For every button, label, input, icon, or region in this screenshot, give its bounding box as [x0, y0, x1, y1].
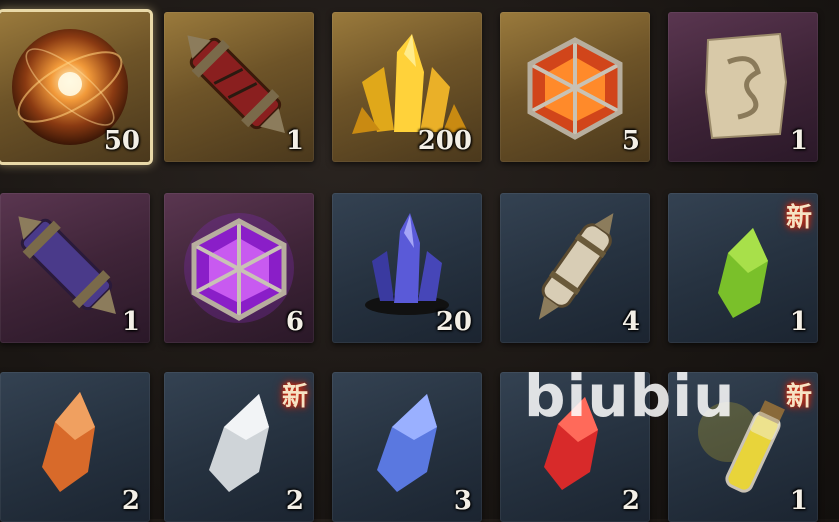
new-badge: 新	[785, 382, 812, 412]
item-count: 6	[285, 307, 304, 337]
item-slot-fire-cage-gem[interactable]: 5	[500, 12, 650, 162]
item-slot-flame-orb[interactable]: 50	[0, 12, 150, 162]
item-count: 1	[789, 126, 808, 156]
item-slot-orange-shard[interactable]: 2	[0, 372, 150, 522]
item-slot-gold-crystal[interactable]: 200	[332, 12, 482, 162]
item-count: 2	[621, 486, 640, 516]
item-count: 50	[103, 126, 140, 156]
new-badge: 新	[785, 203, 812, 233]
item-slot-bone-scroll-case[interactable]: 4	[500, 193, 650, 343]
watermark-logo: biubiu	[524, 362, 736, 430]
item-count: 200	[417, 126, 472, 156]
item-slot-blue-shard[interactable]: 3	[332, 372, 482, 522]
item-slot-white-shard[interactable]: 新 2	[164, 372, 314, 522]
inventory-grid: 50 1 200 5 1 1 6 20 4 新 1 2 新 2 3 2 新 1	[0, 0, 839, 522]
item-count: 2	[285, 486, 304, 516]
item-count: 3	[453, 486, 472, 516]
item-count: 1	[789, 486, 808, 516]
item-slot-red-scroll-case[interactable]: 1	[164, 12, 314, 162]
item-count: 1	[285, 126, 304, 156]
item-slot-dragon-map-scroll[interactable]: 1	[668, 12, 818, 162]
item-slot-green-shard[interactable]: 新 1	[668, 193, 818, 343]
item-count: 5	[621, 126, 640, 156]
item-count: 2	[121, 486, 140, 516]
item-slot-purple-scroll-case[interactable]: 1	[0, 193, 150, 343]
item-count: 20	[435, 307, 472, 337]
item-count: 1	[789, 307, 808, 337]
item-slot-purple-cage-gem[interactable]: 6	[164, 193, 314, 343]
item-slot-blue-crystal[interactable]: 20	[332, 193, 482, 343]
item-count: 4	[621, 307, 640, 337]
item-count: 1	[121, 307, 140, 337]
new-badge: 新	[281, 382, 308, 412]
